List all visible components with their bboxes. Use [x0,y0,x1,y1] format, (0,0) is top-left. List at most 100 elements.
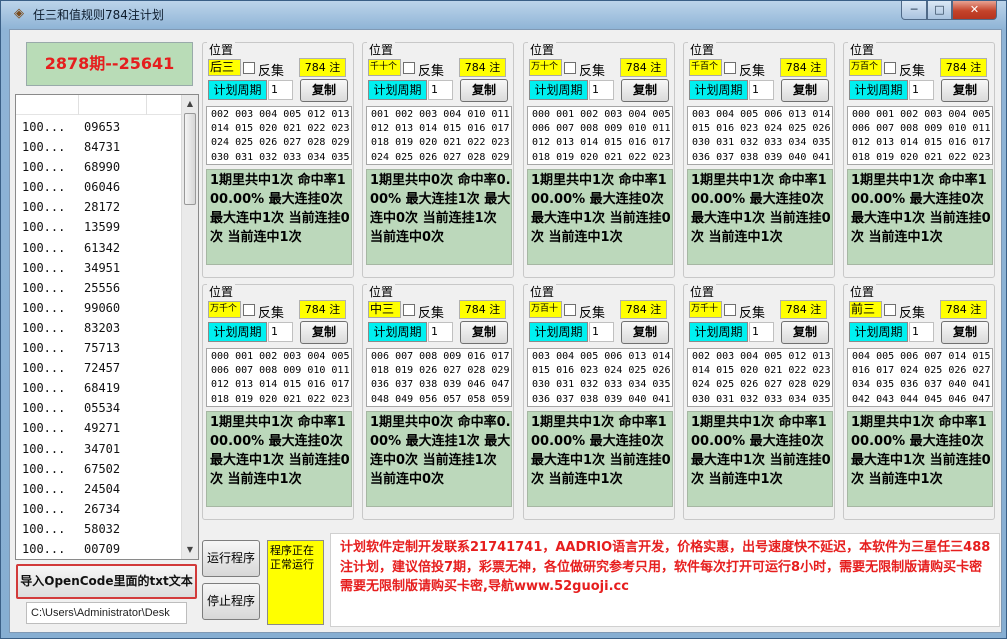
copy-button[interactable]: 复制 [621,79,669,102]
history-row[interactable]: 100... 68419 [16,378,182,398]
copy-button[interactable]: 复制 [941,321,989,344]
history-row[interactable]: 100... 83203 [16,318,182,338]
copy-button[interactable]: 复制 [460,321,508,344]
invert-checkbox[interactable] [724,304,736,316]
import-txt-button[interactable]: 导入OpenCode里面的txt文本 [16,564,197,599]
copy-button[interactable]: 复制 [781,79,829,102]
history-row[interactable]: 100... 34701 [16,439,182,459]
history-row[interactable]: 100... 28172 [16,197,182,217]
cycle-input[interactable]: 1 [589,322,614,342]
history-row[interactable]: 100... 34951 [16,258,182,278]
scroll-down-icon[interactable]: ▼ [183,542,197,558]
numbers-textbox[interactable]: 004 005 006 007 014 015 016 017 024 025 0… [847,348,993,407]
count-badge: 784 注 [299,58,346,77]
invert-checkbox[interactable] [564,304,576,316]
numbers-textbox[interactable]: 003 004 005 006 013 014 015 016 023 024 0… [527,348,673,407]
numbers-textbox[interactable]: 000 001 002 003 004 005 006 007 008 009 0… [847,106,993,165]
invert-checkbox[interactable] [884,62,896,74]
invert-checkbox[interactable] [564,62,576,74]
history-row[interactable]: 100... 61342 [16,238,182,258]
cycle-input[interactable]: 1 [428,80,453,100]
history-row[interactable]: 100... 00709 [16,539,182,559]
history-scrollbar[interactable]: ▲ ▼ [181,95,198,559]
maximize-button[interactable]: □ [927,1,952,20]
numbers-textbox[interactable]: 003 004 005 006 013 014 015 016 023 024 0… [687,106,833,165]
cycle-input[interactable]: 1 [428,322,453,342]
numbers-textbox[interactable]: 000 001 002 003 004 005 006 007 008 009 0… [527,106,673,165]
position-select[interactable]: 前三 [849,301,882,318]
history-row[interactable]: 100... 58032 [16,519,182,539]
history-row[interactable]: 100... 24504 [16,479,182,499]
copy-button[interactable]: 复制 [621,321,669,344]
stop-program-button[interactable]: 停止程序 [202,583,260,620]
stats-text: 1期里共中1次 命中率100.00% 最大连挂0次 最大连中1次 当前连挂0次 … [527,169,673,265]
numbers-textbox[interactable]: 002 003 004 005 012 013 014 015 020 021 0… [206,106,352,165]
history-row[interactable]: 100... 99060 [16,298,182,318]
copy-button[interactable]: 复制 [941,79,989,102]
position-select[interactable]: 万百十 [529,301,562,318]
position-select[interactable]: 后三 [208,59,241,76]
cycle-input[interactable]: 1 [749,80,774,100]
scroll-up-icon[interactable]: ▲ [183,96,197,112]
cycle-input[interactable]: 1 [268,80,293,100]
cycle-input[interactable]: 1 [268,322,293,342]
numbers-textbox[interactable]: 000 001 002 003 004 005 006 007 008 009 0… [206,348,352,407]
number-line: 012 013 014 015 016 017 [211,379,350,391]
position-select[interactable]: 千百个 [689,59,722,76]
group-label: 位置 [528,283,557,300]
minimize-button[interactable]: ─ [901,1,927,20]
invert-checkbox[interactable] [403,62,415,74]
title-bar[interactable]: ◈ 任三和值规则784注计划 ─ □ ✕ [1,1,1006,27]
history-row[interactable]: 100... 67502 [16,459,182,479]
invert-checkbox[interactable] [243,62,255,74]
numbers-textbox[interactable]: 002 003 004 005 012 013 014 015 020 021 0… [687,348,833,407]
cycle-label: 计划周期 [368,80,427,100]
copy-button[interactable]: 复制 [781,321,829,344]
invert-checkbox[interactable] [724,62,736,74]
invert-checkbox[interactable] [243,304,255,316]
history-row[interactable]: 100... 26734 [16,499,182,519]
history-row[interactable]: 100... 06046 [16,177,182,197]
position-select[interactable]: 千十个 [368,59,401,76]
history-row[interactable]: 100... 05534 [16,398,182,418]
position-select[interactable]: 万百个 [849,59,882,76]
history-row[interactable]: 100... 75713 [16,338,182,358]
history-list[interactable]: 100... 09653 100... 84731 100... 68990 100... 0… [15,94,199,560]
run-program-button[interactable]: 运行程序 [202,540,260,577]
window-title: 任三和值规则784注计划 [33,8,164,22]
history-row[interactable]: 100... 84731 [16,137,182,157]
number-line: 006 007 008 009 016 017 [371,351,510,362]
plan-group-3: 位置 万十个 反集 784 注计划周期 1 复制 000 001 002 003 004 0… [523,41,675,278]
file-path-field[interactable]: C:\Users\Administrator\Desk [26,602,187,624]
history-period-cell: 100... [22,501,66,516]
position-select[interactable]: 中三 [368,301,401,318]
history-row[interactable]: 100... 09653 [16,117,182,137]
numbers-textbox[interactable]: 006 007 008 009 016 017 018 019 026 027 0… [366,348,512,407]
scroll-thumb[interactable] [184,113,196,205]
invert-checkbox[interactable] [884,304,896,316]
position-select[interactable]: 万十个 [529,59,562,76]
history-row[interactable]: 100... 13599 [16,217,182,237]
cycle-label: 计划周期 [689,322,748,342]
history-period-cell: 100... [22,320,66,335]
cycle-input[interactable]: 1 [589,80,614,100]
invert-checkbox[interactable] [403,304,415,316]
cycle-input[interactable]: 1 [909,322,934,342]
cycle-input[interactable]: 1 [909,80,934,100]
position-select[interactable]: 万千个 [208,301,241,318]
history-row[interactable]: 100... 25556 [16,278,182,298]
copy-button[interactable]: 复制 [300,79,348,102]
stats-text: 1期里共中1次 命中率100.00% 最大连挂0次 最大连中1次 当前连挂0次 … [847,169,993,265]
stats-text: 1期里共中1次 命中率100.00% 最大连挂0次 最大连中1次 当前连挂0次 … [206,411,352,507]
app-window: ◈ 任三和值规则784注计划 ─ □ ✕ 2878期--25641 100...… [0,0,1007,639]
cycle-input[interactable]: 1 [749,322,774,342]
history-row[interactable]: 100... 49271 [16,418,182,438]
position-select[interactable]: 万千十 [689,301,722,318]
copy-button[interactable]: 复制 [460,79,508,102]
close-button[interactable]: ✕ [952,1,997,20]
history-row[interactable]: 100... 72457 [16,358,182,378]
numbers-textbox[interactable]: 001 002 003 004 010 011 012 013 014 015 0… [366,106,512,165]
copy-button[interactable]: 复制 [300,321,348,344]
group-label: 位置 [528,41,557,58]
history-row[interactable]: 100... 68990 [16,157,182,177]
